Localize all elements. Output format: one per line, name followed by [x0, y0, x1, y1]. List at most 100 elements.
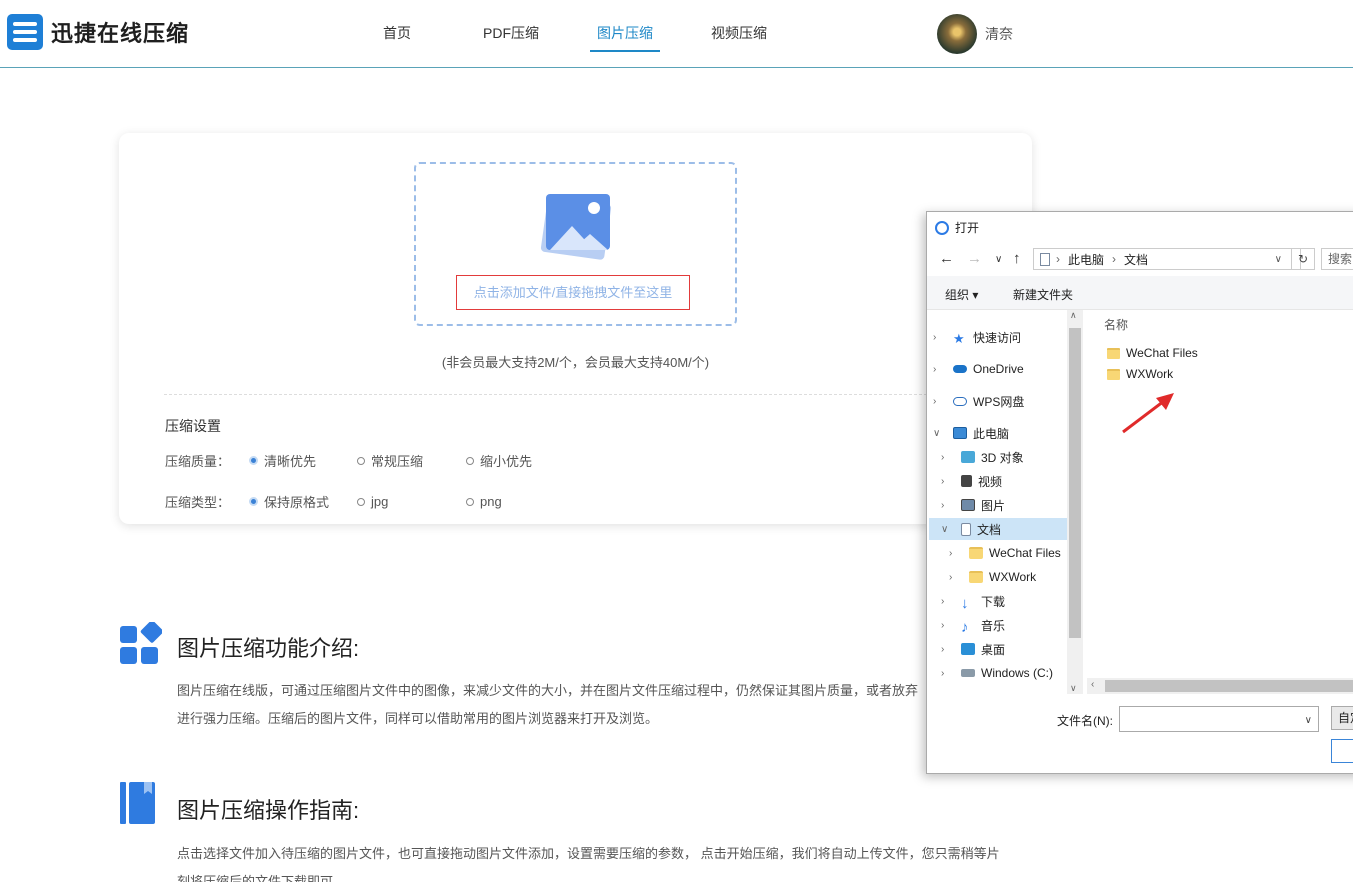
tree-item-desktop[interactable]: › 桌面	[941, 638, 1005, 660]
guide-title: 图片压缩操作指南:	[177, 798, 360, 823]
type-option-jpg[interactable]: jpg	[357, 494, 466, 509]
list-scroll-thumb[interactable]	[1105, 680, 1353, 692]
open-file-dialog: 打开 ← → ∨ ↑ › 此电脑 › 文档 ∨ ↻ 搜索 组织 ▾ 新建文件夹 …	[926, 211, 1353, 774]
guide-text: 点击选择文件加入待压缩的图片文件，也可直接拖动图片文件添加，设置需要压缩的参数，…	[177, 840, 1057, 882]
list-horizontal-scrollbar[interactable]: ‹	[1087, 678, 1353, 694]
radio-icon[interactable]	[357, 456, 365, 465]
new-folder-button[interactable]: 新建文件夹	[1013, 286, 1073, 303]
size-limit-note: (非会员最大支持2M/个，会员最大支持40M/个)	[441, 355, 710, 370]
intro-line-1: 图片压缩在线版，可通过压缩图片文件中的图像，来减少文件的大小，并在图片文件压缩过…	[177, 683, 919, 698]
folder-icon	[969, 547, 983, 559]
forward-arrow-icon[interactable]: →	[967, 250, 982, 267]
file-dropzone[interactable]: 点击添加文件/直接拖拽文件至这里	[414, 162, 737, 326]
address-bar: ← → ∨ ↑ › 此电脑 › 文档 ∨ ↻ 搜索	[927, 244, 1353, 274]
column-header-name[interactable]: 名称	[1104, 316, 1128, 333]
document-icon	[961, 522, 971, 536]
tree-item-wxwork[interactable]: › WXWork	[949, 566, 1036, 588]
path-documents[interactable]: 文档	[1124, 251, 1148, 268]
top-header: 迅捷在线压缩 首页 PDF压缩 图片压缩 视频压缩 清奈	[0, 0, 1353, 68]
doc-folder-icon	[1040, 252, 1050, 266]
folder-icon	[969, 571, 983, 583]
quality-option-normal[interactable]: 常规压缩	[357, 451, 466, 470]
organize-menu[interactable]: 组织 ▾	[945, 286, 978, 303]
computer-icon	[953, 427, 967, 439]
file-item-wxwork[interactable]: WXWork	[1107, 367, 1173, 381]
dialog-toolbar: 组织 ▾ 新建文件夹	[927, 276, 1353, 310]
tree-item-this-pc[interactable]: ∨ 此电脑	[933, 422, 1009, 444]
up-arrow-icon[interactable]: ↑	[1013, 250, 1021, 267]
user-menu[interactable]: 清奈	[937, 14, 1013, 54]
type-option-original[interactable]: 保持原格式	[249, 492, 357, 511]
nav-video-compress[interactable]: 视频压缩	[682, 0, 796, 52]
search-input[interactable]: 搜索	[1321, 248, 1353, 270]
address-path[interactable]: › 此电脑 › 文档 ∨	[1033, 248, 1301, 270]
cube-icon	[961, 451, 975, 463]
path-sep-icon: ›	[1056, 252, 1060, 266]
tree-item-wechat-files[interactable]: › WeChat Files	[949, 542, 1061, 564]
folder-icon	[1107, 347, 1120, 359]
tree-item-quick-access[interactable]: › ★ 快速访问	[933, 326, 1021, 348]
tree-item-downloads[interactable]: › ↓ 下载	[941, 590, 1005, 613]
star-icon: ★	[953, 331, 965, 346]
back-arrow-icon[interactable]: ←	[939, 250, 954, 267]
nav-pdf-compress[interactable]: PDF压缩	[454, 0, 568, 52]
folder-icon	[1107, 368, 1120, 380]
tree-item-windows-c[interactable]: › Windows (C:)	[941, 662, 1053, 684]
quality-row: 压缩质量： 清晰优先 常规压缩 缩小优先	[165, 451, 532, 470]
tree-item-3d-objects[interactable]: › 3D 对象	[941, 446, 1024, 468]
scroll-up-icon[interactable]: ∧	[1070, 310, 1077, 321]
radio-icon[interactable]	[357, 497, 365, 506]
page: 迅捷在线压缩 首页 PDF压缩 图片压缩 视频压缩 清奈 点击添加文件/直接拖拽…	[0, 0, 1353, 882]
quality-option-small[interactable]: 缩小优先	[466, 451, 532, 470]
music-icon: ♪	[961, 619, 969, 636]
download-icon: ↓	[961, 595, 969, 612]
brand-name: 迅捷在线压缩	[51, 21, 190, 46]
cloud-icon	[953, 365, 967, 373]
path-dropdown-icon[interactable]: ∨	[1275, 254, 1282, 265]
radio-icon[interactable]	[466, 497, 474, 506]
user-name[interactable]: 清奈	[985, 24, 1013, 44]
image-upload-icon	[540, 192, 612, 261]
custom-button[interactable]: 自定	[1331, 706, 1353, 730]
annotation-arrow-icon	[1122, 393, 1174, 434]
brand-logo[interactable]: 迅捷在线压缩	[7, 14, 189, 50]
avatar[interactable]	[937, 14, 977, 54]
feature-grid-icon	[120, 622, 162, 664]
radio-checked-icon[interactable]	[249, 497, 258, 506]
guide-book-icon	[120, 782, 155, 824]
tree-scroll-thumb[interactable]	[1069, 328, 1081, 638]
nav-home[interactable]: 首页	[340, 0, 454, 52]
dialog-title-bar: 打开	[935, 219, 979, 236]
main-nav: 首页 PDF压缩 图片压缩 视频压缩	[340, 0, 796, 68]
radio-checked-icon[interactable]	[249, 456, 258, 465]
navigation-tree: › ★ 快速访问 › OneDrive › WPS网盘 ∨ 此电脑 › 3D 对象 › 视频 …	[927, 310, 1067, 694]
filename-input[interactable]: ∨	[1119, 706, 1319, 732]
scroll-down-icon[interactable]: ∨	[1070, 683, 1077, 694]
guide-line-1: 点击选择文件加入待压缩的图片文件，也可直接拖动图片文件添加，设置需要压缩的参数，…	[177, 846, 1000, 861]
refresh-icon[interactable]: ↻	[1291, 248, 1315, 270]
filename-dropdown-icon[interactable]: ∨	[1305, 715, 1312, 726]
filename-label: 文件名(N):	[1057, 714, 1113, 728]
tree-item-onedrive[interactable]: › OneDrive	[933, 358, 1024, 380]
nav-image-compress[interactable]: 图片压缩	[568, 0, 682, 52]
tree-item-wps-drive[interactable]: › WPS网盘	[933, 390, 1024, 412]
tree-item-music[interactable]: › ♪ 音乐	[941, 614, 1005, 637]
quality-option-clear[interactable]: 清晰优先	[249, 451, 357, 470]
scroll-left-icon[interactable]: ‹	[1091, 679, 1094, 690]
radio-icon[interactable]	[466, 456, 474, 465]
guide-line-2: 刻将压缩后的文件下载即可	[177, 874, 334, 882]
picture-icon	[961, 499, 975, 511]
path-this-pc[interactable]: 此电脑	[1068, 251, 1104, 268]
open-button[interactable]	[1331, 739, 1353, 763]
tree-item-pictures[interactable]: › 图片	[941, 494, 1005, 516]
file-item-wechat-files[interactable]: WeChat Files	[1107, 346, 1198, 360]
add-file-button[interactable]: 点击添加文件/直接拖拽文件至这里	[456, 275, 690, 310]
tree-item-videos[interactable]: › 视频	[941, 470, 1002, 492]
logo-icon	[7, 14, 43, 50]
tree-item-documents[interactable]: ∨ 文档	[941, 518, 1001, 540]
path-sep-icon: ›	[1112, 252, 1117, 266]
recent-dropdown-icon[interactable]: ∨	[995, 254, 1002, 265]
type-option-png[interactable]: png	[466, 494, 502, 509]
tree-scrollbar[interactable]: ∧ ∨	[1067, 310, 1083, 694]
divider	[164, 394, 1032, 395]
